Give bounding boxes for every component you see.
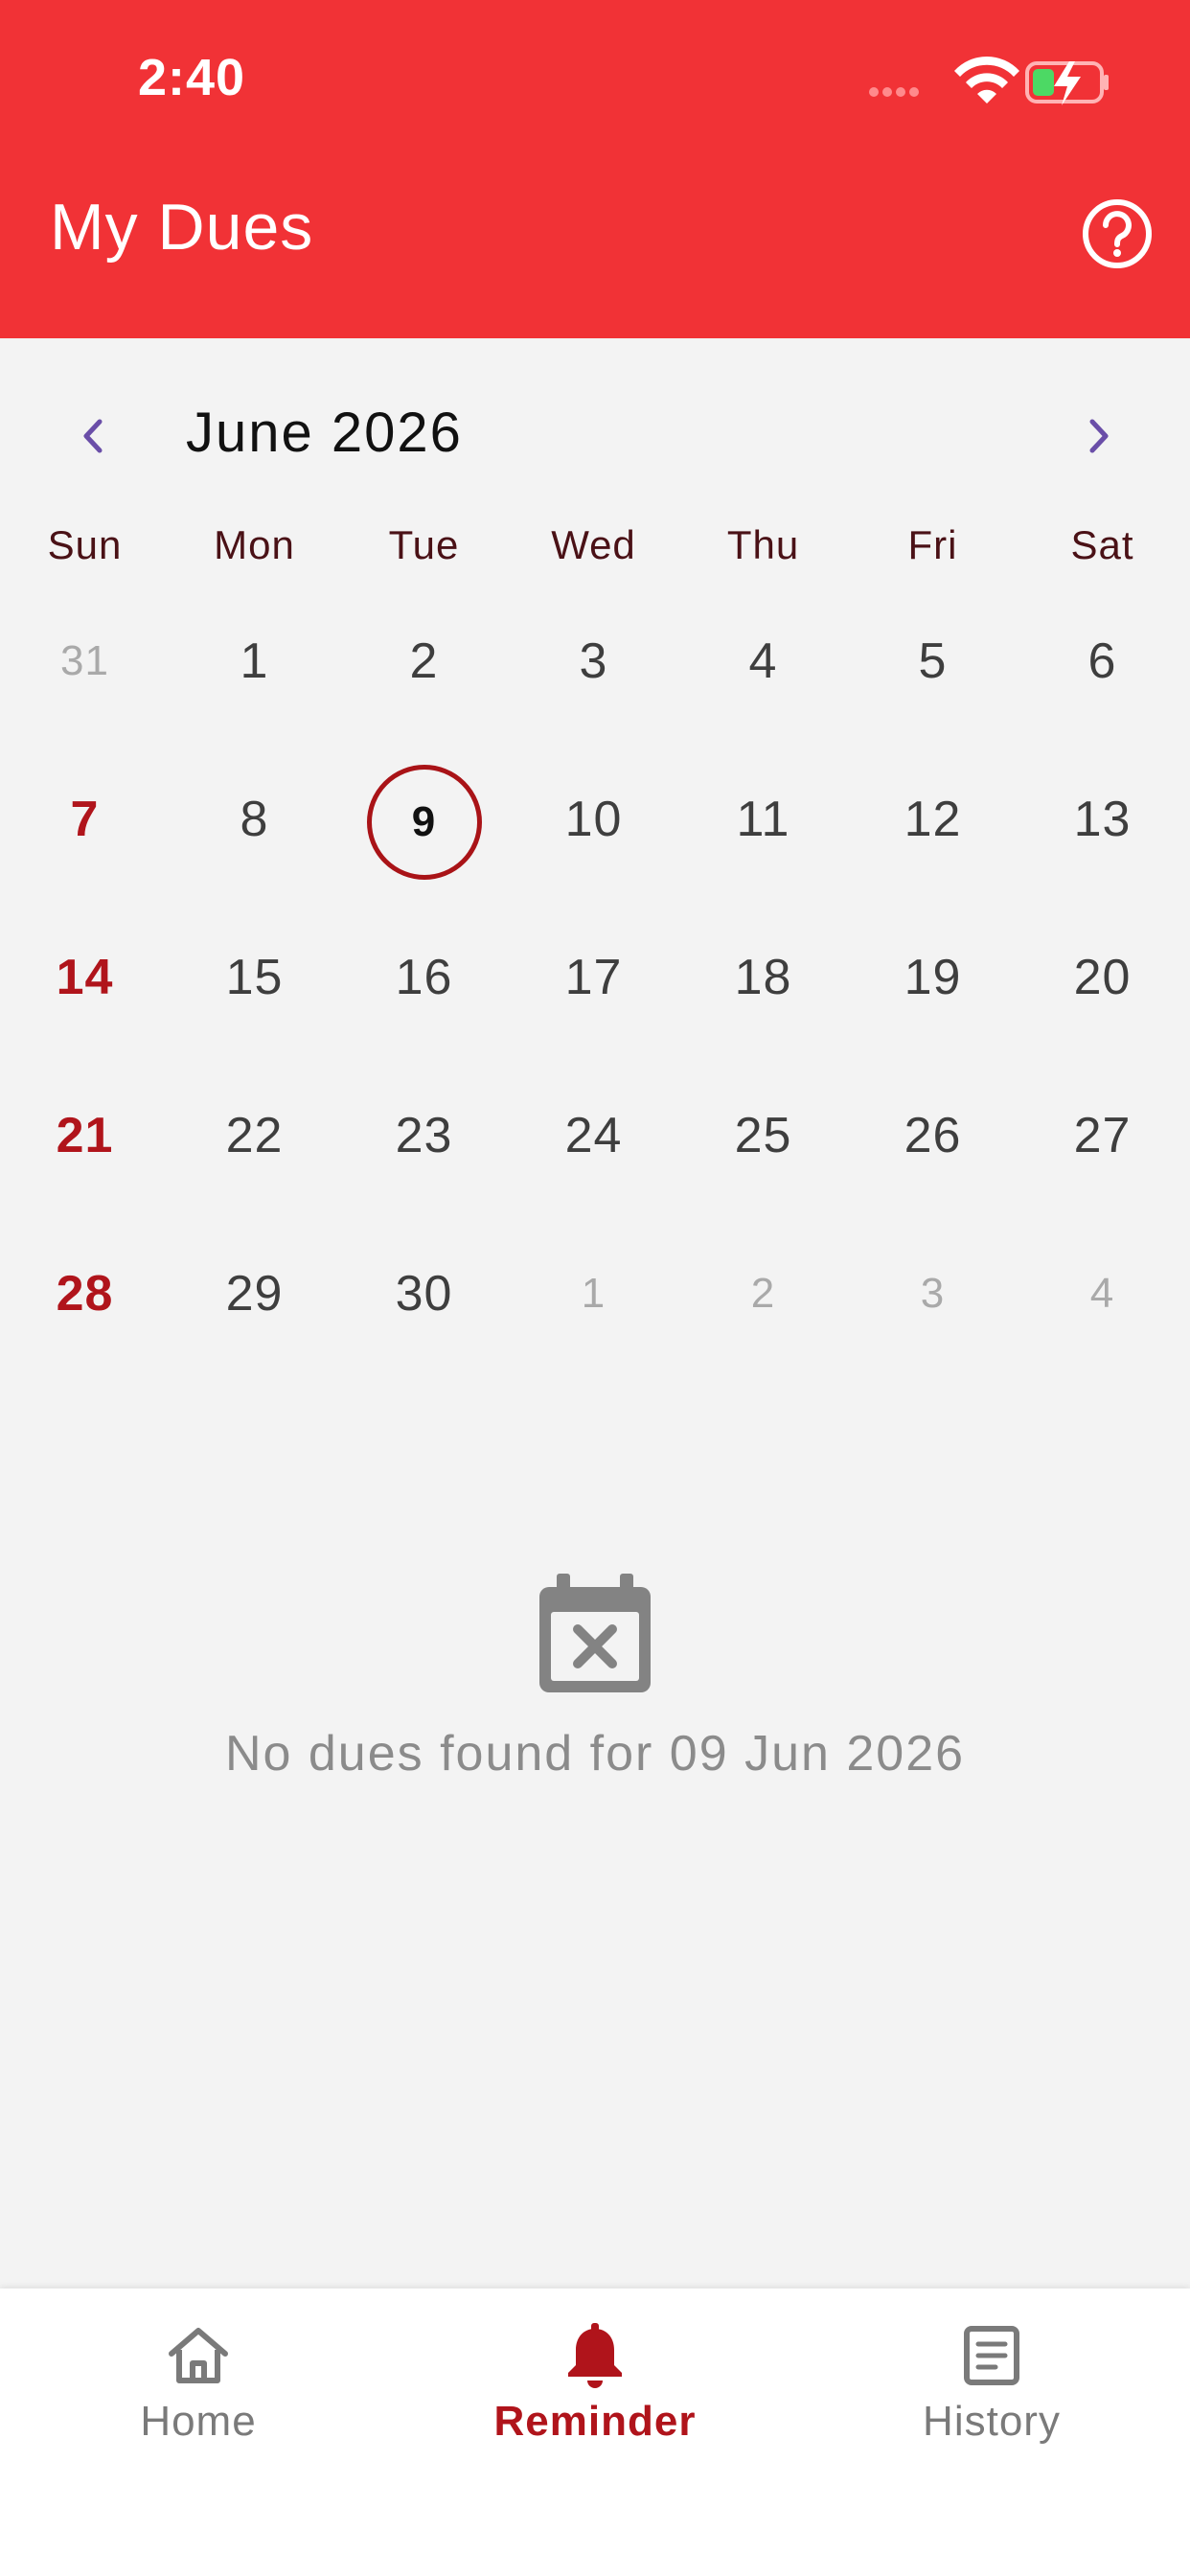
calendar-day[interactable]: 6 <box>1018 604 1187 719</box>
calendar-day[interactable]: 27 <box>1018 1078 1187 1193</box>
calendar-day[interactable]: 26 <box>848 1078 1018 1193</box>
status-icons <box>869 56 1109 105</box>
status-time: 2:40 <box>138 49 246 106</box>
calendar-day[interactable]: 24 <box>509 1078 678 1193</box>
weekday-label: Fri <box>907 522 958 567</box>
calendar-remove-icon <box>539 1574 651 1692</box>
weekday-label: Wed <box>551 522 636 567</box>
empty-state-message: No dues found for 09 Jun 2026 <box>224 1726 966 1782</box>
calendar-day[interactable]: 5 <box>848 604 1018 719</box>
help-icon[interactable] <box>1077 194 1157 274</box>
nav-tab-label: Reminder <box>493 2398 697 2445</box>
calendar-day-sunday[interactable]: 7 <box>0 762 170 877</box>
calendar-day[interactable]: 29 <box>170 1236 339 1351</box>
home-icon <box>169 2328 228 2383</box>
empty-state: No dues found for 09 Jun 2026 <box>0 1572 1190 1782</box>
calendar-day[interactable]: 16 <box>339 920 509 1035</box>
calendar-day-outside-month[interactable]: 2 <box>678 1236 848 1351</box>
nav-tab-history[interactable]: History <box>793 2288 1190 2461</box>
weekday-label: Thu <box>726 522 800 567</box>
calendar-day-outside-month[interactable]: 4 <box>1018 1236 1187 1351</box>
weekday-row: Sun Mon Tue Wed Thu Fri Sat <box>0 522 1190 580</box>
previous-month-icon[interactable] <box>59 402 126 470</box>
calendar-day[interactable]: 11 <box>678 762 848 877</box>
bottom-navigation: Home Reminder History <box>0 2288 1190 2576</box>
bell-icon <box>568 2323 622 2388</box>
page-title: My Dues <box>50 191 314 264</box>
month-label: June 2026 <box>186 402 463 464</box>
calendar-day[interactable]: 25 <box>678 1078 848 1193</box>
calendar-day-outside-month[interactable]: 1 <box>509 1236 678 1351</box>
selected-day-label: 9 <box>366 765 482 880</box>
calendar-day[interactable]: 10 <box>509 762 678 877</box>
nav-tab-home[interactable]: Home <box>0 2288 397 2461</box>
calendar-day[interactable]: 19 <box>848 920 1018 1035</box>
weekday-label: Sun <box>47 522 123 567</box>
app-bar: 2:40 My Dues <box>0 0 1190 338</box>
calendar-day-selected[interactable]: 9 <box>339 762 509 880</box>
nav-tab-label: Home <box>140 2398 257 2445</box>
calendar-day[interactable]: 12 <box>848 762 1018 877</box>
calendar-day[interactable]: 20 <box>1018 920 1187 1035</box>
calendar-day-outside-month[interactable]: 31 <box>0 604 170 719</box>
wifi-icon <box>954 56 1019 104</box>
calendar-day[interactable]: 22 <box>170 1078 339 1193</box>
calendar-day[interactable]: 8 <box>170 762 339 877</box>
calendar-day[interactable]: 4 <box>678 604 848 719</box>
calendar-day-outside-month[interactable]: 3 <box>848 1236 1018 1351</box>
calendar-day-sunday[interactable]: 28 <box>0 1236 170 1351</box>
calendar-day-sunday[interactable]: 21 <box>0 1078 170 1193</box>
signal-icon <box>869 87 919 97</box>
calendar-day[interactable]: 1 <box>170 604 339 719</box>
next-month-icon[interactable] <box>1065 402 1133 470</box>
document-list-icon <box>964 2326 1019 2385</box>
calendar-day[interactable]: 3 <box>509 604 678 719</box>
nav-tab-label: History <box>923 2398 1061 2445</box>
calendar-day[interactable]: 30 <box>339 1236 509 1351</box>
calendar-day[interactable]: 2 <box>339 604 509 719</box>
battery-icon <box>1025 61 1109 105</box>
weekday-label: Tue <box>388 522 460 567</box>
nav-tab-reminder[interactable]: Reminder <box>397 2288 793 2461</box>
calendar-day[interactable]: 13 <box>1018 762 1187 877</box>
calendar-day[interactable]: 15 <box>170 920 339 1035</box>
calendar-header: June 2026 <box>0 383 1190 479</box>
calendar-day-sunday[interactable]: 14 <box>0 920 170 1035</box>
calendar-day[interactable]: 23 <box>339 1078 509 1193</box>
calendar-day[interactable]: 17 <box>509 920 678 1035</box>
calendar-day[interactable]: 18 <box>678 920 848 1035</box>
weekday-label: Sat <box>1070 522 1134 567</box>
weekday-label: Mon <box>214 522 295 567</box>
